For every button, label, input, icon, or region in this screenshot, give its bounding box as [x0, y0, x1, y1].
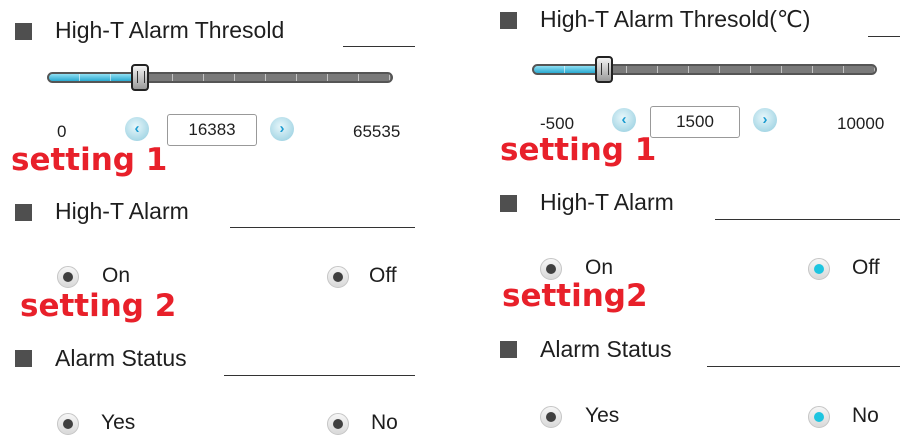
status-no-label: No — [852, 404, 879, 427]
section-square-icon — [500, 12, 517, 29]
high-t-alarm-label: High-T Alarm — [540, 189, 674, 215]
status-no-radio[interactable] — [327, 413, 349, 435]
radio-dot — [814, 264, 824, 274]
alarm-off-label: Off — [852, 256, 880, 279]
right-settings-panel: High-T Alarm Thresold(℃) -500 ‹ 1500 › 1… — [485, 0, 900, 441]
chevron-right-icon[interactable]: › — [753, 108, 777, 132]
threshold-label: High-T Alarm Thresold — [55, 17, 285, 43]
chevron-left-icon[interactable]: ‹ — [125, 117, 149, 141]
status-yes-label: Yes — [585, 404, 620, 427]
threshold-label: High-T Alarm Thresold(℃) — [540, 6, 811, 32]
section-square-icon — [500, 341, 517, 358]
header-underline — [343, 46, 415, 47]
alarm-on-label: On — [102, 264, 131, 287]
alarm-off-radio[interactable] — [327, 266, 349, 288]
header-underline — [868, 36, 900, 37]
alarm-status-label: Alarm Status — [55, 345, 187, 371]
radio-dot — [333, 272, 343, 282]
threshold-min: -500 — [540, 114, 575, 133]
chevron-left-icon[interactable]: ‹ — [612, 108, 636, 132]
status-no-radio[interactable] — [808, 406, 830, 428]
header-underline — [707, 366, 900, 367]
slider-ticks — [534, 66, 875, 73]
header-underline — [230, 227, 415, 228]
threshold-slider-thumb[interactable] — [595, 56, 613, 83]
header-underline — [715, 219, 900, 220]
radio-dot — [333, 419, 343, 429]
threshold-max: 65535 — [353, 122, 401, 141]
alarm-on-radio[interactable] — [540, 258, 562, 280]
high-t-alarm-label: High-T Alarm — [55, 198, 189, 224]
section-square-icon — [500, 195, 517, 212]
slider-ticks — [49, 74, 391, 81]
status-yes-radio[interactable] — [540, 406, 562, 428]
status-yes-radio[interactable] — [57, 413, 79, 435]
threshold-slider-track[interactable] — [532, 64, 877, 75]
section-square-icon — [15, 350, 32, 367]
setting-2-annotation: setting 2 — [20, 288, 177, 324]
alarm-off-label: Off — [369, 264, 397, 287]
alarm-on-label: On — [585, 256, 614, 279]
status-no-label: No — [371, 411, 398, 434]
radio-dot — [546, 412, 556, 422]
header-underline — [224, 375, 415, 376]
alarm-on-radio[interactable] — [57, 266, 79, 288]
threshold-slider-track[interactable] — [47, 72, 393, 83]
alarm-off-radio[interactable] — [808, 258, 830, 280]
radio-dot — [63, 419, 73, 429]
radio-dot — [546, 264, 556, 274]
radio-dot — [814, 412, 824, 422]
radio-dot — [63, 272, 73, 282]
status-yes-label: Yes — [101, 411, 136, 434]
threshold-value-field[interactable]: 1500 — [650, 106, 740, 138]
setting-2-annotation: setting2 — [502, 278, 648, 314]
alarm-status-label: Alarm Status — [540, 336, 672, 362]
threshold-max: 10000 — [837, 114, 885, 133]
threshold-value-field[interactable]: 16383 — [167, 114, 257, 146]
threshold-min: 0 — [57, 122, 67, 141]
section-square-icon — [15, 23, 32, 40]
setting-1-annotation: setting 1 — [500, 132, 657, 168]
chevron-right-icon[interactable]: › — [270, 117, 294, 141]
section-square-icon — [15, 204, 32, 221]
left-settings-panel: High-T Alarm Thresold 0 ‹ 16383 › 65535 … — [0, 0, 430, 441]
setting-1-annotation: setting 1 — [11, 142, 168, 178]
threshold-slider-thumb[interactable] — [131, 64, 149, 91]
